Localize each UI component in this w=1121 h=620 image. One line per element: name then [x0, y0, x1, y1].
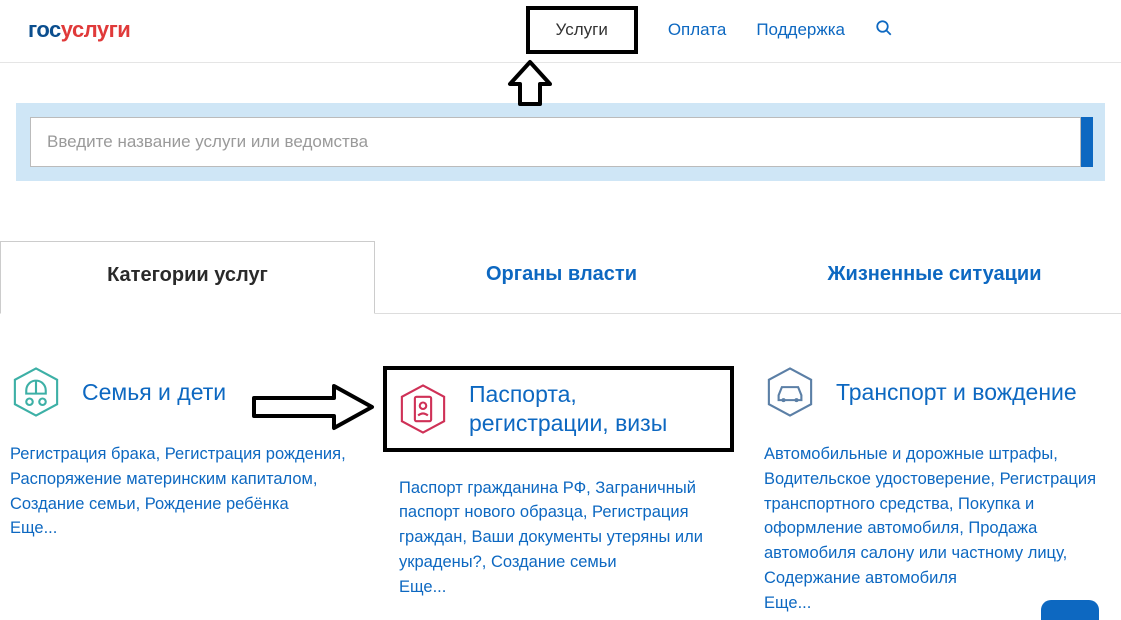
tabs: Категории услуг Органы власти Жизненные … [0, 241, 1121, 314]
search-icon[interactable] [875, 19, 893, 42]
search-submit-button[interactable] [1081, 117, 1093, 167]
annotation-up-arrow-icon [500, 56, 560, 121]
card-passport-head: Паспорта, регистрации, визы [383, 366, 734, 452]
nav-services[interactable]: Услуги [526, 6, 638, 54]
card-transport-head: Транспорт и вождение [764, 366, 1111, 418]
passport-icon [397, 383, 449, 435]
nav-support[interactable]: Поддержка [756, 20, 845, 40]
nav: Услуги Оплата Поддержка [526, 12, 893, 48]
cards-row: Семья и дети Регистрация брака, Регистра… [0, 314, 1121, 615]
nav-payment[interactable]: Оплата [668, 20, 726, 40]
search-box [30, 117, 1081, 167]
card-passport-links[interactable]: Паспорт гражданина РФ, Заграничный паспо… [399, 479, 703, 571]
logo-part-2: услуги [61, 17, 131, 42]
floating-action-button[interactable] [1041, 600, 1099, 620]
card-family-body: Регистрация брака, Регистрация рождения,… [10, 442, 357, 541]
tab-categories[interactable]: Категории услуг [0, 241, 375, 314]
card-family-more[interactable]: Еще... [10, 519, 57, 537]
logo[interactable]: госуслуги [28, 17, 130, 43]
card-family-links[interactable]: Регистрация брака, Регистрация рождения,… [10, 445, 346, 513]
card-transport-links[interactable]: Автомобильные и дорожные штрафы, Водител… [764, 445, 1096, 587]
stroller-icon [10, 366, 62, 418]
search-bar [16, 103, 1105, 181]
card-passport-body: Паспорт гражданина РФ, Заграничный паспо… [399, 476, 734, 600]
card-transport-body: Автомобильные и дорожные штрафы, Водител… [764, 442, 1111, 615]
card-transport-more[interactable]: Еще... [764, 594, 811, 612]
card-transport-title[interactable]: Транспорт и вождение [836, 378, 1077, 407]
card-family-title[interactable]: Семья и дети [82, 378, 226, 407]
annotation-right-arrow-icon [248, 382, 378, 437]
search-input[interactable] [31, 118, 1080, 166]
card-passport-more[interactable]: Еще... [399, 578, 446, 596]
car-icon [764, 366, 816, 418]
header: госуслуги Услуги Оплата Поддержка [0, 0, 1121, 63]
card-transport: Транспорт и вождение Автомобильные и дор… [764, 366, 1111, 615]
card-passport: Паспорта, регистрации, визы Паспорт граж… [387, 366, 734, 615]
tab-situations[interactable]: Жизненные ситуации [748, 241, 1121, 313]
logo-part-1: гос [28, 17, 61, 42]
card-passport-title[interactable]: Паспорта, регистрации, визы [469, 380, 694, 438]
tab-authorities[interactable]: Органы власти [375, 241, 748, 313]
